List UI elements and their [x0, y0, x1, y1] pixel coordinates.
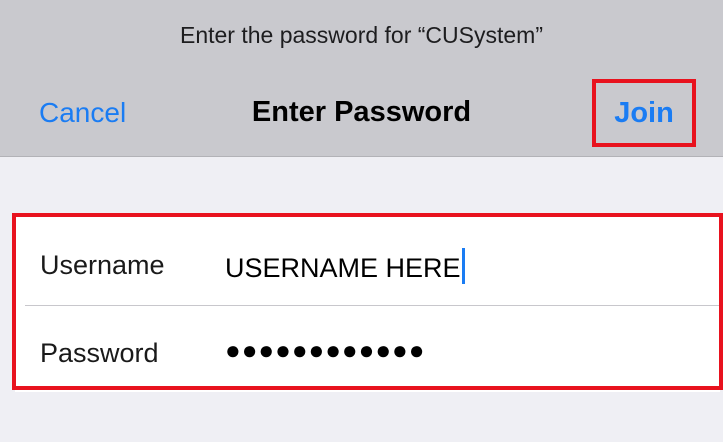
join-button[interactable]: Join	[614, 97, 674, 130]
password-row[interactable]: Password ●●●●●●●●●●●●	[15, 308, 720, 394]
username-label: Username	[40, 250, 165, 280]
row-divider	[25, 305, 723, 306]
dialog-header: Enter the password for “CUSystem” Cancel…	[0, 0, 723, 157]
username-value: USERNAME HERE	[225, 253, 461, 283]
network-password-prompt: Enter the password for “CUSystem”	[179, 22, 543, 48]
text-cursor	[461, 248, 465, 284]
username-row[interactable]: Username USERNAME HERE	[15, 220, 720, 306]
credentials-form: Username USERNAME HERE Password ●●●●●●●●…	[15, 216, 720, 392]
username-field[interactable]: USERNAME HERE	[225, 248, 465, 284]
join-highlight-box: Join	[592, 79, 696, 147]
password-label: Password	[40, 338, 159, 368]
password-field[interactable]: ●●●●●●●●●●●●	[225, 335, 425, 366]
